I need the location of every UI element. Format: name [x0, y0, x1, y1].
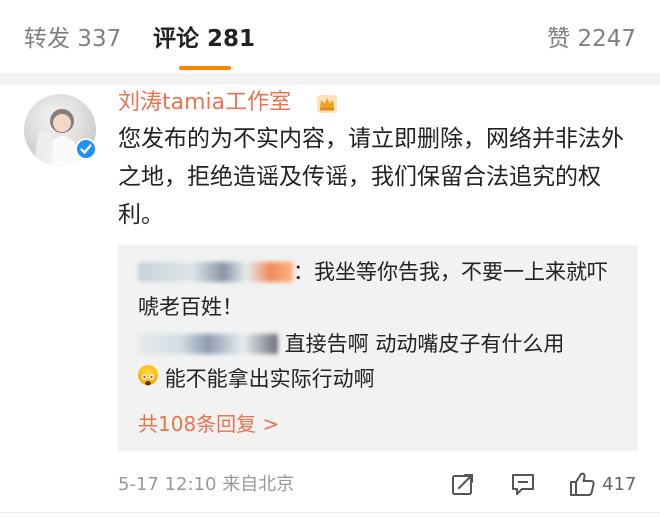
redacted-username [138, 334, 278, 354]
share-icon[interactable] [450, 471, 476, 497]
like-icon[interactable] [568, 471, 595, 497]
comment-source: 来自北京 [222, 474, 295, 495]
comment-meta: 5-17 12:10 来自北京 [118, 473, 294, 497]
tab-likes[interactable]: 赞 2247 [547, 24, 636, 54]
tab-bar: 转发 337 评论 281 赞 2247 [0, 0, 660, 72]
comment-text: 您发布的为不实内容，请立即删除，网络并非法外之地，拒绝造谣及传谣，我们保留合法追… [118, 126, 624, 228]
reply-text-line2: 能不能拿出实际行动啊 [164, 367, 375, 391]
bottom-divider [0, 512, 660, 513]
comment-time: 5-17 12:10 [118, 474, 217, 495]
comment-username[interactable]: 刘涛tamia工作室 [118, 89, 291, 117]
reply-box: ：我坐等你告我，不要一上来就吓唬老百姓！ 直接告啊 动动嘴皮子有什么用 能不能拿… [118, 245, 638, 451]
tab-comments[interactable]: 评论 281 [153, 24, 255, 54]
like-count: 417 [602, 474, 637, 495]
reply-item[interactable]: ：我坐等你告我，不要一上来就吓唬老百姓！ [138, 255, 628, 325]
section-divider [0, 73, 660, 85]
emoji-icon [138, 365, 158, 386]
comment-footer: 5-17 12:10 来自北京 417 [118, 471, 640, 501]
redacted-username [138, 262, 293, 282]
reply-text: 直接告啊 动动嘴皮子有什么用 [278, 332, 565, 356]
tab-repost[interactable]: 转发 337 [24, 24, 121, 54]
more-replies-link[interactable]: 共108条回复 > [138, 410, 279, 438]
crown-icon [317, 95, 337, 113]
comment-icon[interactable] [510, 471, 536, 497]
reply-item[interactable]: 直接告啊 动动嘴皮子有什么用 能不能拿出实际行动啊 [138, 327, 628, 397]
active-tab-indicator [179, 66, 231, 70]
verified-badge-icon [75, 138, 97, 160]
